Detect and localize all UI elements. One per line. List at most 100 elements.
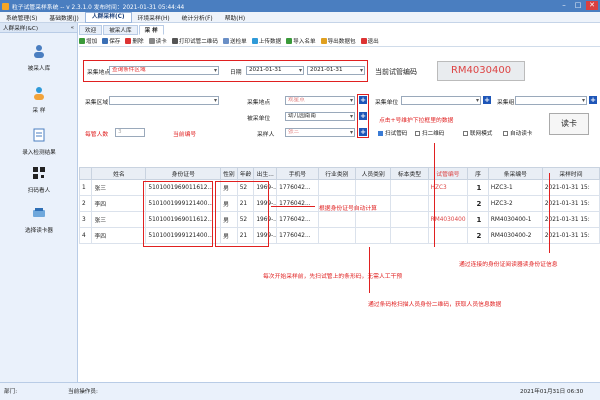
scan-before-note: 每次开始采样前，先扫试管上的条形码，无需人工干预 (263, 274, 403, 280)
nav-item-card-reader[interactable]: 选择读卡器 (0, 205, 78, 234)
column-header[interactable]: 序 (467, 167, 489, 180)
site-select[interactable]: 观星点 (285, 96, 355, 105)
tab-sample[interactable]: 采 样 (138, 25, 164, 35)
cell-seq[interactable]: 2 (467, 227, 489, 244)
cell-seq[interactable]: 1 (467, 179, 489, 196)
sample-location-select[interactable]: 查询条件区域 (109, 66, 219, 75)
arrow-line (434, 143, 436, 247)
cell-industry[interactable] (317, 227, 357, 244)
delete-button[interactable]: 删除 (125, 37, 144, 45)
auto-read-checkbox[interactable]: 自动读卡 (503, 129, 532, 137)
cell-name[interactable]: 李四 (91, 227, 147, 244)
cell-code[interactable]: HZC3-1 (487, 179, 543, 196)
cell-time[interactable]: 2021-01-31 15: (541, 179, 600, 196)
cell-specimen[interactable] (390, 211, 429, 228)
menu-help[interactable]: 帮助(H) (219, 13, 251, 22)
minimize-button[interactable]: – (558, 1, 570, 10)
menu-stats[interactable]: 统计分析(F) (176, 13, 219, 22)
tab-person-library[interactable]: 被采人库 (103, 25, 138, 35)
cell-industry[interactable] (317, 211, 357, 228)
add-person-unit-button[interactable]: + (483, 96, 491, 104)
cell-seq[interactable]: 2 (467, 195, 489, 212)
region-select[interactable] (109, 96, 219, 105)
date-to-picker[interactable]: 2021-01-31 (307, 66, 365, 75)
export-package-button[interactable]: 导出数据包 (320, 37, 356, 45)
column-header[interactable]: 姓名 (91, 167, 147, 180)
current-tube-label: 当前试管编码 (375, 68, 417, 76)
column-header[interactable]: 行业类别 (317, 167, 357, 180)
collector-label: 采样人 (257, 132, 275, 138)
menu-env-sample[interactable]: 环境采样(H) (132, 13, 176, 22)
column-header[interactable]: 人员类别 (355, 167, 392, 180)
column-header[interactable]: 采样时间 (541, 167, 600, 180)
cell-name[interactable]: 张三 (91, 211, 147, 228)
add-group-button[interactable]: + (589, 96, 597, 104)
cell-phone[interactable]: 1776042... (276, 195, 319, 212)
cell-specimen[interactable] (390, 227, 429, 244)
cell-name[interactable]: 李四 (91, 195, 147, 212)
maximize-button[interactable]: □ (572, 1, 584, 10)
cell-specimen[interactable] (390, 195, 429, 212)
nav-label: 被采人库 (27, 66, 51, 72)
save-button[interactable]: 保存 (102, 37, 120, 45)
column-header[interactable]: 年龄 (236, 167, 255, 180)
collector-select[interactable]: 张三 (285, 128, 355, 137)
cell-code[interactable]: RM4030400-2 (487, 227, 543, 244)
nav-item-sample[interactable]: 采 样 (0, 85, 78, 114)
nav-item-person-library[interactable]: 被采人库 (0, 43, 78, 72)
column-header[interactable]: 性别 (220, 167, 238, 180)
send-sheet-button[interactable]: 送检单 (222, 37, 247, 45)
add-button[interactable]: 增加 (79, 37, 97, 45)
cell-code[interactable]: RM4030400-1 (487, 211, 543, 228)
column-header[interactable]: 手机号 (276, 167, 319, 180)
cell-time[interactable]: 2021-01-31 15: (541, 211, 600, 228)
scan-tube-checkbox[interactable]: 扫试管码 (378, 129, 407, 137)
close-button[interactable]: ✕ (586, 1, 598, 10)
import-list-button[interactable]: 导入名单 (286, 37, 316, 45)
menu-system[interactable]: 系统管理(S) (0, 13, 43, 22)
person-unit-select[interactable] (401, 96, 481, 105)
group-select[interactable] (515, 96, 587, 105)
print-qrcode-button[interactable]: 打印试管二维码 (171, 37, 218, 45)
cell-seq[interactable]: 1 (467, 211, 489, 228)
cell-person-type[interactable] (355, 227, 392, 244)
nav-item-enter-results[interactable]: 录入检测结果 (0, 127, 78, 156)
cell-phone[interactable]: 1776042... (276, 211, 319, 228)
unit-select[interactable]: 幼儿园南南 (285, 112, 355, 121)
menu-crowd-sample[interactable]: 人群采样(C) (84, 11, 132, 23)
exit-button[interactable]: 退出 (360, 37, 379, 45)
id-reader-note: 通过连接的身份证阅读器读身份证信息 (459, 262, 558, 268)
cell-code[interactable]: HZC3-2 (487, 195, 543, 212)
row-index: 3 (78, 211, 93, 228)
link-mode-checkbox[interactable]: 联网模式 (463, 129, 492, 137)
column-header[interactable]: 条采编号 (487, 167, 543, 180)
collapse-icon[interactable]: « (71, 25, 74, 31)
cell-person-type[interactable] (355, 179, 392, 196)
tab-welcome[interactable]: 欢迎 (79, 25, 103, 35)
cell-phone[interactable]: 1776042... (276, 227, 319, 244)
cell-time[interactable]: 2021-01-31 15: (541, 195, 600, 212)
column-header[interactable]: 出生... (253, 167, 278, 180)
cell-name[interactable]: 张三 (91, 179, 147, 196)
per-tube-input[interactable]: 3 (115, 128, 145, 137)
date-from-picker[interactable]: 2021-01-31 (246, 66, 304, 75)
nav-item-scan-person[interactable]: 扫码看人 (0, 165, 78, 194)
column-header[interactable]: 身份证号 (145, 167, 222, 180)
left-nav-panel: 人群采样(&C) « 被采人库 采 样 录入检测结果 扫码看人 选择读卡器 (0, 23, 78, 382)
column-header[interactable] (78, 167, 93, 180)
toolbar: 增加 保存 删除 读卡 打印试管二维码 送检单 上传数据 导入名单 导出数据包 … (79, 36, 600, 47)
cell-time[interactable]: 2021-01-31 15: (541, 227, 600, 244)
upload-button[interactable]: 上传数据 (251, 37, 281, 45)
column-header[interactable]: 标本类型 (390, 167, 429, 180)
cell-industry[interactable] (317, 179, 357, 196)
menu-bar: 系统管理(S) 基础数据(J) 人群采样(C) 环境采样(H) 统计分析(F) … (0, 11, 600, 23)
cell-phone[interactable]: 1776042... (276, 179, 319, 196)
read-card-button[interactable]: 读卡 (549, 113, 589, 135)
scan-qrcode-checkbox[interactable]: 扫二维码 (415, 129, 444, 137)
cell-person-type[interactable] (355, 211, 392, 228)
cell-specimen[interactable] (390, 179, 429, 196)
menu-basic-data[interactable]: 基础数据(J) (43, 13, 84, 22)
read-card-tool-button[interactable]: 读卡 (148, 37, 167, 45)
status-dept: 部门: (4, 389, 18, 395)
person-unit-label: 采集单位 (375, 100, 399, 106)
